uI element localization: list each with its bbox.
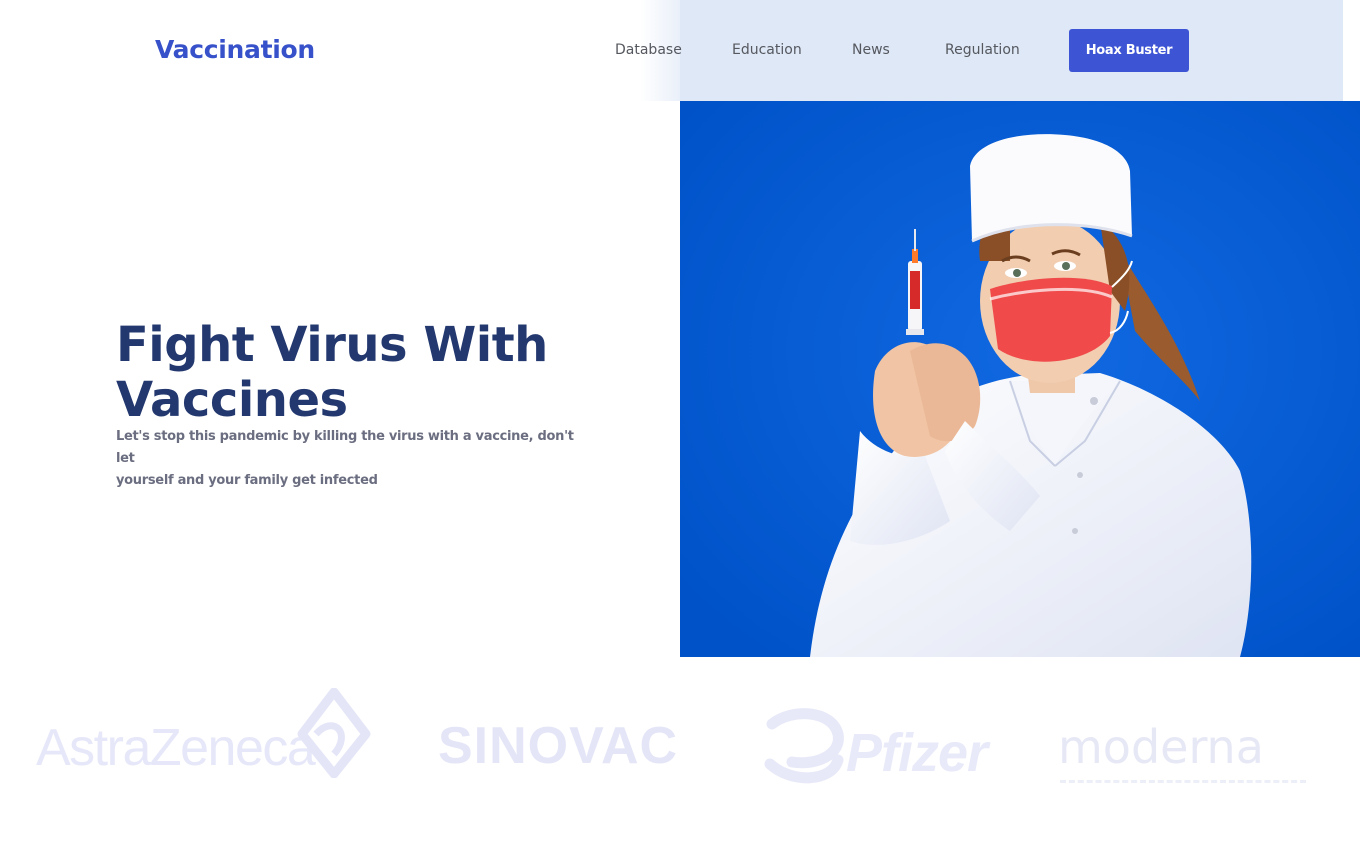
hero-photo [680,101,1360,657]
nav-link-education[interactable]: Education [732,42,802,58]
hero-title-line-2: Vaccines [116,372,348,428]
moderna-underline [1060,780,1306,783]
site-logo[interactable]: Vaccination [155,35,315,64]
partner-pfizer: Pfizer [762,700,992,795]
nurse-with-syringe-icon [680,101,1360,657]
moderna-wordmark: moderna [1058,720,1264,774]
nav-link-regulation[interactable]: Regulation [945,42,1020,58]
nav-link-database[interactable]: Database [615,42,682,58]
partner-astrazeneca: AstraZeneca [36,688,371,778]
hero-subtitle-line-2: yourself and your family get infected [116,473,378,488]
landing-page: Vaccination Database Education News Regu… [0,0,1360,843]
astrazeneca-symbol-icon [297,688,371,778]
hero-subtitle-line-1: Let's stop this pandemic by killing the … [116,429,574,466]
partner-sinovac: SINOVAC [438,717,679,775]
partner-moderna: moderna [1058,720,1318,790]
nav-link-news[interactable]: News [852,42,890,58]
hero-subtitle: Let's stop this pandemic by killing the … [116,426,576,492]
pfizer-wordmark: Pfizer [846,723,988,783]
partner-logos: AstraZeneca SINOVAC Pfizer moderna [0,680,1360,810]
hero-title-line-1: Fight Virus With [116,317,548,373]
hoax-buster-button[interactable]: Hoax Buster [1069,29,1189,72]
hero-title: Fight Virus With Vaccines [116,318,636,428]
pfizer-symbol-icon [764,708,844,784]
astrazeneca-wordmark: AstraZeneca [36,719,316,777]
